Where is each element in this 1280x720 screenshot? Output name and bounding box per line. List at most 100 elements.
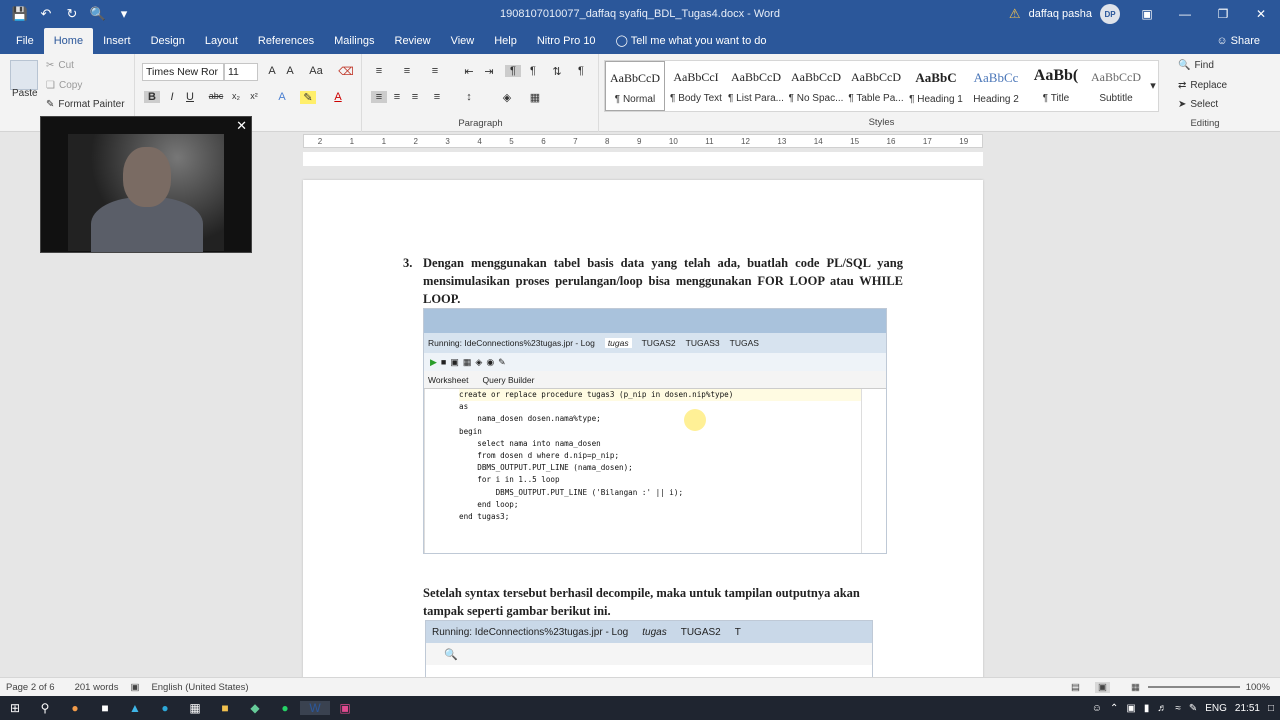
tab-design[interactable]: Design: [141, 28, 195, 54]
word-count[interactable]: 201 words: [75, 682, 119, 693]
style-no-spacing[interactable]: AaBbCcD ¶ No Spac...: [786, 61, 846, 111]
strikethrough-icon[interactable]: abc: [208, 91, 224, 101]
grow-font-icon[interactable]: A: [264, 65, 280, 77]
proofing-icon[interactable]: ▣: [130, 682, 139, 693]
share-button[interactable]: ☺ Share: [1216, 28, 1260, 54]
multilevel-list-icon[interactable]: ≡: [427, 65, 443, 77]
horizontal-ruler[interactable]: 2 1 1 2 3 4 5 6 7 8 9 10 11 12 13 14 15 16 17 19: [303, 134, 983, 148]
redo-icon[interactable]: ↻: [62, 6, 82, 22]
subscript-icon[interactable]: x₂: [228, 91, 244, 101]
tab-insert[interactable]: Insert: [93, 28, 141, 54]
tab-mailings[interactable]: Mailings: [324, 28, 384, 54]
tab-references[interactable]: References: [248, 28, 324, 54]
save-icon[interactable]: 💾: [10, 6, 30, 22]
format-painter-button[interactable]: ✎ Format Painter: [46, 99, 125, 110]
shrink-font-icon[interactable]: A: [282, 65, 298, 77]
maximize-button[interactable]: ❐: [1204, 0, 1242, 28]
replace-button[interactable]: ⇄ Replace: [1178, 80, 1227, 91]
cut-button[interactable]: ✂ Cut: [46, 60, 74, 71]
read-mode-icon[interactable]: ▤: [1071, 682, 1080, 693]
language[interactable]: English (United States): [151, 682, 248, 693]
avatar[interactable]: DP: [1100, 4, 1120, 24]
copy-button[interactable]: ❏ Copy: [46, 80, 82, 91]
volume-icon[interactable]: ♬: [1157, 703, 1167, 714]
undo-icon[interactable]: ↶: [36, 6, 56, 22]
battery-icon[interactable]: ▮: [1144, 703, 1150, 714]
rtl-icon[interactable]: ¶: [525, 65, 541, 77]
style-heading-1[interactable]: AaBbC ¶ Heading 1: [906, 61, 966, 111]
sort-icon[interactable]: ⇅: [549, 65, 565, 78]
chevron-up-icon[interactable]: ⌃: [1110, 703, 1118, 714]
network-icon[interactable]: ▣: [1126, 703, 1135, 714]
decrease-indent-icon[interactable]: ⇤: [461, 65, 477, 78]
body-paragraph[interactable]: Setelah syntax tersebut berhasil decompi…: [423, 584, 893, 620]
file-explorer-icon[interactable]: ■: [210, 701, 240, 715]
ribbon-display-icon[interactable]: ▣: [1128, 0, 1166, 28]
shading-icon[interactable]: ◈: [499, 91, 515, 104]
app-icon[interactable]: ◆: [240, 701, 270, 715]
wifi-icon[interactable]: ≈: [1175, 703, 1181, 714]
webcam-overlay[interactable]: ✕: [40, 116, 252, 253]
warning-icon[interactable]: ⚠: [1009, 6, 1021, 22]
edge-icon[interactable]: ●: [150, 701, 180, 715]
justify-icon[interactable]: ≡: [429, 91, 445, 103]
print-preview-icon[interactable]: 🔍: [88, 6, 108, 22]
question-paragraph[interactable]: 3. Dengan menggunakan tabel basis data y…: [403, 254, 903, 308]
line-spacing-icon[interactable]: ↕: [461, 91, 477, 103]
firefox-icon[interactable]: ●: [60, 701, 90, 715]
people-icon[interactable]: ☺: [1092, 703, 1102, 714]
customize-toolbar-icon[interactable]: ▾: [114, 6, 134, 22]
pen-icon[interactable]: ✎: [1189, 703, 1197, 714]
notifications-icon[interactable]: □: [1268, 703, 1274, 714]
input-language[interactable]: ENG: [1205, 703, 1227, 714]
styles-more-icon[interactable]: ▾: [1145, 79, 1161, 92]
style-list-paragraph[interactable]: AaBbCcD ¶ List Para...: [726, 61, 786, 111]
font-family-select[interactable]: Times New Ror: [142, 63, 224, 81]
user-account[interactable]: ⚠ daffaq pasha DP: [1009, 0, 1120, 28]
bullets-icon[interactable]: ≡: [371, 65, 387, 77]
search-icon[interactable]: ⚲: [30, 701, 60, 715]
font-color-icon[interactable]: A: [330, 91, 346, 103]
align-center-icon[interactable]: ≡: [389, 91, 405, 103]
borders-icon[interactable]: ▦: [527, 91, 543, 104]
bold-icon[interactable]: B: [144, 91, 160, 103]
highlight-icon[interactable]: ✎: [300, 91, 316, 104]
app-icon[interactable]: ▲: [120, 701, 150, 715]
close-button[interactable]: ✕: [1242, 0, 1280, 28]
recorder-icon[interactable]: ▣: [330, 701, 360, 715]
text-effects-icon[interactable]: A: [274, 91, 290, 103]
tab-help[interactable]: Help: [484, 28, 527, 54]
tab-layout[interactable]: Layout: [195, 28, 248, 54]
clear-format-icon[interactable]: ⌫: [338, 65, 354, 78]
tab-nitro[interactable]: Nitro Pro 10: [527, 28, 606, 54]
whatsapp-icon[interactable]: ●: [270, 701, 300, 715]
web-layout-icon[interactable]: ▦: [1131, 682, 1140, 693]
style-title[interactable]: AaBb(¶ Title: [1026, 61, 1086, 111]
tab-view[interactable]: View: [441, 28, 485, 54]
style-normal[interactable]: AaBbCcD ¶ Normal: [605, 61, 665, 111]
paste-button[interactable]: Paste: [12, 88, 38, 99]
find-button[interactable]: 🔍 Find: [1178, 60, 1214, 71]
tab-file[interactable]: File: [6, 28, 44, 54]
calculator-icon[interactable]: ▦: [180, 701, 210, 715]
italic-icon[interactable]: I: [164, 91, 180, 103]
minimize-button[interactable]: —: [1166, 0, 1204, 28]
windows-start-icon[interactable]: ⊞: [0, 701, 30, 715]
ltr-icon[interactable]: ¶: [505, 65, 521, 77]
change-case-icon[interactable]: Aa: [308, 65, 324, 77]
superscript-icon[interactable]: x²: [246, 91, 262, 101]
style-subtitle[interactable]: AaBbCcD Subtitle: [1086, 61, 1146, 111]
select-button[interactable]: ➤ Select: [1178, 99, 1218, 110]
zoom-level[interactable]: 100%: [1246, 682, 1270, 693]
style-table-paragraph[interactable]: AaBbCcD ¶ Table Pa...: [846, 61, 906, 111]
tab-review[interactable]: Review: [385, 28, 441, 54]
clock[interactable]: 21:51: [1235, 703, 1260, 714]
show-marks-icon[interactable]: ¶: [573, 65, 589, 77]
page-count[interactable]: Page 2 of 6: [6, 682, 55, 693]
style-heading-2[interactable]: AaBbCc Heading 2: [966, 61, 1026, 111]
print-layout-icon[interactable]: ▣: [1095, 681, 1110, 693]
numbering-icon[interactable]: ≡: [399, 65, 415, 77]
document-page[interactable]: 3. Dengan menggunakan tabel basis data y…: [303, 180, 983, 677]
align-right-icon[interactable]: ≡: [407, 91, 423, 103]
tell-me-search[interactable]: ◯ Tell me what you want to do: [606, 28, 777, 54]
